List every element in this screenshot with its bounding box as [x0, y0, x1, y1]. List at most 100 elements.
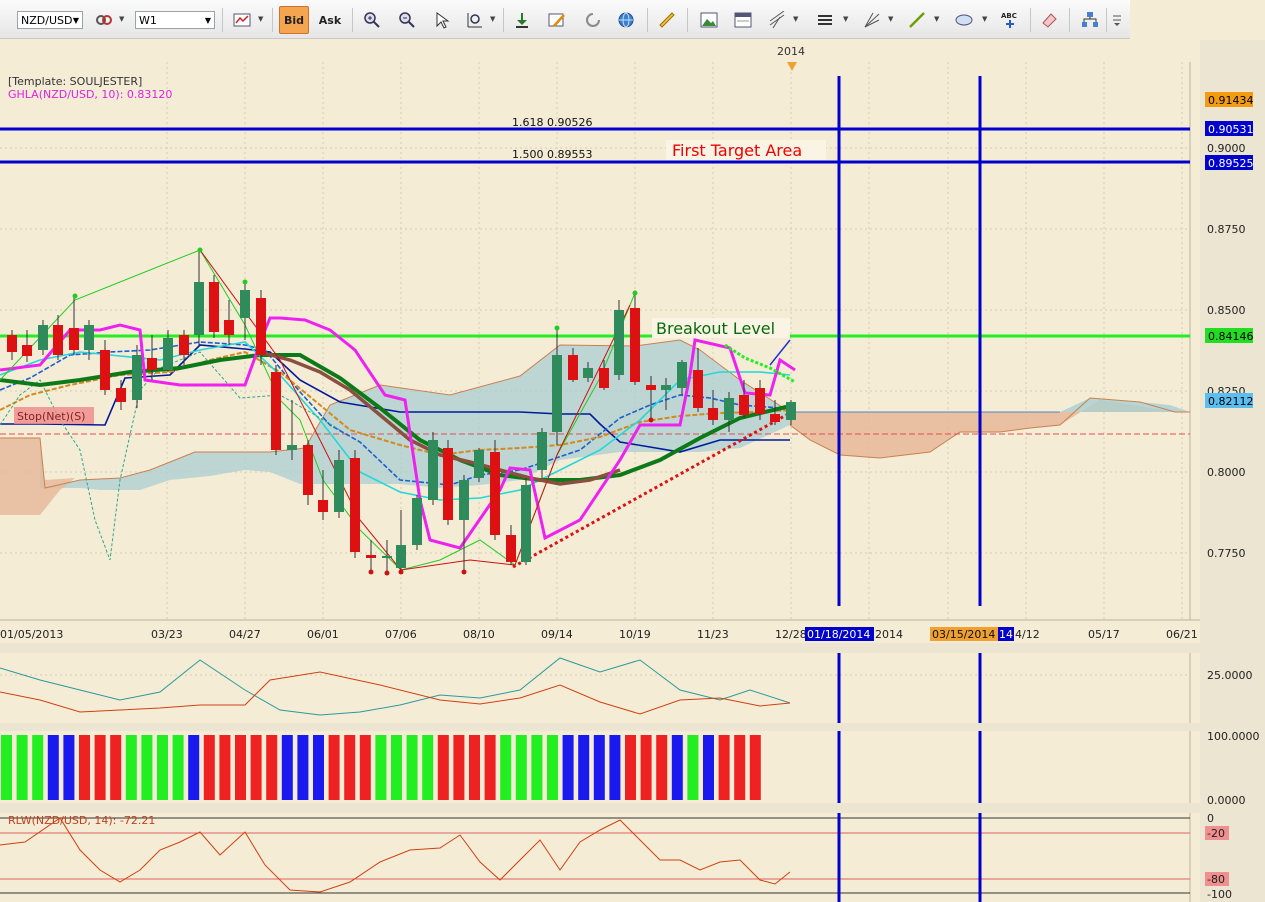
hierarchy-icon[interactable]	[1078, 8, 1102, 32]
candle	[506, 535, 516, 562]
candle	[396, 545, 406, 568]
color-bar	[328, 735, 340, 800]
year-marker: 2014	[777, 45, 805, 58]
timeframe-select[interactable]: W1 ▼	[135, 11, 215, 29]
candle	[147, 358, 157, 370]
window-icon[interactable]	[731, 8, 755, 32]
date-label: 07/06	[385, 628, 417, 641]
date-label: 05/17	[1088, 628, 1120, 641]
date-label: 2014	[875, 628, 903, 641]
zoom-in-icon[interactable]	[360, 8, 384, 32]
color-bar	[422, 735, 434, 800]
oscillator-pane-1[interactable]: 25.0000	[0, 653, 1253, 723]
date-label: 10/19	[619, 628, 651, 641]
candle	[677, 362, 687, 388]
color-bar	[625, 735, 636, 800]
toolbar-separator	[503, 8, 504, 32]
ghla-label: GHLA(NZD/USD, 10): 0.83120	[8, 88, 172, 101]
chevron-down-icon[interactable]: ▼	[934, 15, 939, 23]
price-tag: 0.90531	[1208, 123, 1254, 136]
color-bar	[375, 735, 387, 800]
eraser-icon[interactable]	[1037, 8, 1061, 32]
toolbar-separator	[1069, 8, 1070, 32]
price-tick: 0.8000	[1207, 466, 1246, 479]
color-bar	[203, 735, 215, 800]
chevron-down-icon[interactable]: ▼	[888, 15, 893, 23]
draw-lines-icon[interactable]	[765, 8, 789, 32]
candle	[614, 310, 624, 375]
chart-area[interactable]: 1.618 0.90526 1.500 0.89553 First Target…	[0, 40, 1265, 902]
color-bar	[359, 735, 371, 800]
color-bar	[313, 735, 324, 800]
ruler-icon[interactable]	[655, 8, 679, 32]
trendline-icon[interactable]	[905, 8, 929, 32]
chevron-down-icon[interactable]: ▼	[793, 15, 798, 23]
color-bar	[110, 735, 122, 800]
zoom-out-icon[interactable]	[395, 8, 419, 32]
horizontal-lines-icon[interactable]	[813, 8, 837, 32]
refresh-icon[interactable]	[581, 8, 605, 32]
color-bar	[125, 735, 137, 800]
chevron-down-icon[interactable]: ▼	[843, 15, 848, 23]
chevron-down-icon: ▼	[72, 16, 79, 25]
edit-chart-icon[interactable]	[545, 8, 569, 32]
color-bar	[391, 735, 402, 800]
date-label: 03/23	[151, 628, 183, 641]
text-tool-icon[interactable]: ABC	[998, 8, 1022, 32]
color-bar	[94, 735, 106, 800]
chevron-down-icon[interactable]: ▼	[119, 15, 124, 23]
candle	[209, 282, 219, 332]
toolbar-overflow-icon[interactable]	[1110, 8, 1124, 32]
chevron-down-icon[interactable]: ▼	[982, 15, 987, 23]
price-tag: 0.91434	[1208, 94, 1254, 107]
candle	[646, 385, 656, 390]
toolbar: NZD/USD ▼ ▼ W1 ▼ ▼ Bid Ask ▼ ▼ ▼ ▼ ▼ ▼ A…	[0, 0, 1130, 39]
date-tag-small: 14	[999, 628, 1013, 641]
color-bar	[235, 735, 246, 800]
bid-label: Bid	[283, 13, 305, 27]
ask-button[interactable]: Ask	[315, 8, 345, 32]
color-bar	[640, 735, 652, 800]
color-bar	[16, 735, 28, 800]
bid-button[interactable]: Bid	[279, 6, 309, 34]
fan-lines-icon[interactable]	[860, 8, 884, 32]
date-tag-orange: 03/15/2014	[932, 628, 995, 641]
link-chain-icon[interactable]	[92, 8, 116, 32]
oscillator-pane-2[interactable]: 100.0000 0.0000	[0, 730, 1260, 807]
date-label: 01/05/2013	[0, 628, 63, 641]
symbol-select[interactable]: NZD/USD ▼	[17, 11, 83, 29]
rlw-pane[interactable]: RLW(NZD/USD, 14): -72.21 0 -20 -80 -100	[0, 812, 1232, 902]
chart-type-icon[interactable]	[230, 8, 254, 32]
color-bar	[1, 735, 12, 800]
date-label: 11/23	[697, 628, 729, 641]
ellipse-icon[interactable]	[952, 8, 976, 32]
candle	[552, 355, 562, 432]
chevron-down-icon[interactable]: ▼	[258, 15, 263, 23]
cursor-icon[interactable]	[430, 8, 454, 32]
price-tick: 0.8750	[1207, 223, 1246, 236]
candle	[661, 385, 671, 390]
ask-label: Ask	[318, 13, 342, 27]
candle	[132, 355, 142, 400]
toolbar-separator	[647, 8, 648, 32]
scroll-to-end-icon[interactable]	[510, 8, 534, 32]
candle	[708, 408, 718, 420]
color-bar	[79, 735, 90, 800]
picture-icon[interactable]	[697, 8, 721, 32]
color-bar	[734, 735, 746, 800]
candle	[630, 308, 640, 382]
candle	[318, 500, 328, 512]
rlw-tick: -80	[1207, 873, 1225, 886]
candle	[443, 448, 453, 520]
candle	[240, 290, 250, 318]
chevron-down-icon[interactable]: ▼	[490, 15, 495, 23]
globe-icon[interactable]	[614, 8, 638, 32]
color-bar	[500, 735, 512, 800]
zoom-area-icon[interactable]	[463, 8, 487, 32]
breakout-label: Breakout Level	[656, 319, 775, 338]
color-bar	[437, 735, 449, 800]
color-bar	[515, 735, 527, 800]
candle	[224, 320, 234, 335]
color-bar	[250, 735, 262, 800]
price-tick: 0.8500	[1207, 304, 1246, 317]
